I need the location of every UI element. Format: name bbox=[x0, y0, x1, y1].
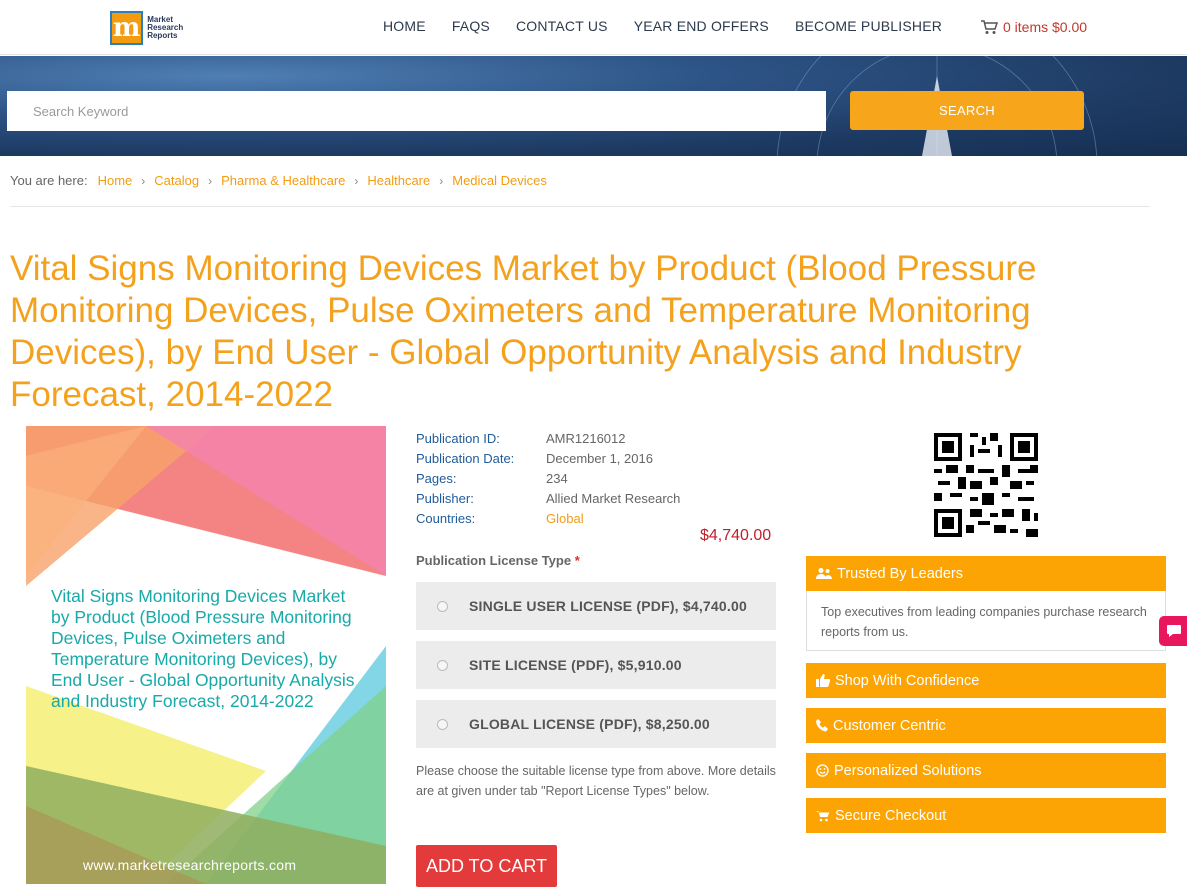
logo-mark: m bbox=[110, 11, 143, 45]
nav-faqs[interactable]: FAQS bbox=[452, 18, 490, 34]
info-row-publisher: Publisher: Allied Market Research bbox=[416, 488, 680, 508]
license-option-single-user[interactable]: SINGLE USER LICENSE (PDF), $4,740.00 bbox=[416, 582, 776, 630]
report-cover-image: Vital Signs Monitoring Devices Market by… bbox=[26, 426, 386, 884]
chat-widget-button[interactable] bbox=[1159, 616, 1187, 646]
smile-icon bbox=[816, 764, 829, 777]
publication-id: AMR1216012 bbox=[546, 431, 626, 446]
breadcrumb-label: You are here: bbox=[10, 173, 88, 188]
phone-icon bbox=[816, 719, 828, 732]
publication-date: December 1, 2016 bbox=[546, 451, 653, 466]
nav-contact-us[interactable]: CONTACT US bbox=[516, 18, 608, 34]
cart-icon bbox=[980, 20, 998, 35]
breadcrumb-catalog[interactable]: Catalog bbox=[154, 173, 199, 188]
panel-personalized-solutions[interactable]: Personalized Solutions bbox=[806, 753, 1166, 788]
main-nav: HOME FAQS CONTACT US YEAR END OFFERS BEC… bbox=[383, 18, 968, 34]
chevron-right-icon: › bbox=[208, 174, 212, 188]
radio-button[interactable] bbox=[437, 601, 448, 612]
chevron-right-icon: › bbox=[354, 174, 358, 188]
divider bbox=[10, 206, 1150, 207]
breadcrumb-medical-devices[interactable]: Medical Devices bbox=[452, 173, 547, 188]
breadcrumb-healthcare[interactable]: Healthcare bbox=[367, 173, 430, 188]
info-row-pages: Pages: 234 bbox=[416, 468, 680, 488]
radio-button[interactable] bbox=[437, 660, 448, 671]
publication-publisher: Allied Market Research bbox=[546, 491, 680, 506]
license-type-label: Publication License Type * bbox=[416, 553, 580, 568]
cart-link[interactable]: 0 items $0.00 bbox=[980, 19, 1087, 35]
add-to-cart-button[interactable]: ADD TO CART bbox=[416, 845, 557, 887]
cover-url: www.marketresearchreports.com bbox=[83, 857, 296, 873]
panel-shop-with-confidence[interactable]: Shop With Confidence bbox=[806, 663, 1166, 698]
report-price: $4,740.00 bbox=[700, 527, 771, 545]
breadcrumb-pharma-healthcare[interactable]: Pharma & Healthcare bbox=[221, 173, 345, 188]
nav-year-end-offers[interactable]: YEAR END OFFERS bbox=[634, 18, 769, 34]
publication-countries-link[interactable]: Global bbox=[546, 511, 584, 526]
qr-code bbox=[934, 433, 1038, 537]
top-bar: m Market Research Reports HOME FAQS CONT… bbox=[0, 0, 1187, 55]
panel-customer-centric[interactable]: Customer Centric bbox=[806, 708, 1166, 743]
panel-secure-checkout[interactable]: Secure Checkout bbox=[806, 798, 1166, 833]
cart-summary: 0 items $0.00 bbox=[1003, 19, 1087, 35]
radio-button[interactable] bbox=[437, 719, 448, 730]
panel-trusted-by-leaders[interactable]: Trusted By Leaders bbox=[806, 556, 1166, 591]
required-marker: * bbox=[575, 553, 580, 568]
publication-pages: 234 bbox=[546, 471, 568, 486]
panel-trusted-body: Top executives from leading companies pu… bbox=[806, 591, 1166, 651]
search-banner: SEARCH bbox=[0, 56, 1187, 156]
chevron-right-icon: › bbox=[439, 174, 443, 188]
logo-text: Market Research Reports bbox=[147, 16, 192, 40]
chevron-right-icon: › bbox=[141, 174, 145, 188]
breadcrumb-home[interactable]: Home bbox=[98, 173, 133, 188]
cart-icon bbox=[816, 810, 830, 822]
page-title: Vital Signs Monitoring Devices Market by… bbox=[10, 248, 1090, 416]
info-row-id: Publication ID: AMR1216012 bbox=[416, 428, 680, 448]
cover-title: Vital Signs Monitoring Devices Market by… bbox=[51, 586, 361, 712]
search-input[interactable] bbox=[7, 91, 826, 131]
users-icon bbox=[816, 567, 832, 580]
license-note: Please choose the suitable license type … bbox=[416, 761, 776, 801]
license-option-site[interactable]: SITE LICENSE (PDF), $5,910.00 bbox=[416, 641, 776, 689]
site-logo[interactable]: m Market Research Reports bbox=[110, 10, 192, 46]
license-option-global[interactable]: GLOBAL LICENSE (PDF), $8,250.00 bbox=[416, 700, 776, 748]
info-row-date: Publication Date: December 1, 2016 bbox=[416, 448, 680, 468]
search-button[interactable]: SEARCH bbox=[850, 91, 1084, 130]
thumbs-up-icon bbox=[816, 674, 830, 687]
chat-bubble-icon bbox=[1166, 624, 1182, 638]
publication-info: Publication ID: AMR1216012 Publication D… bbox=[416, 428, 680, 528]
info-row-countries: Countries: Global bbox=[416, 508, 680, 528]
breadcrumb: You are here: Home › Catalog › Pharma & … bbox=[10, 173, 547, 188]
nav-become-publisher[interactable]: BECOME PUBLISHER bbox=[795, 18, 942, 34]
nav-home[interactable]: HOME bbox=[383, 18, 426, 34]
